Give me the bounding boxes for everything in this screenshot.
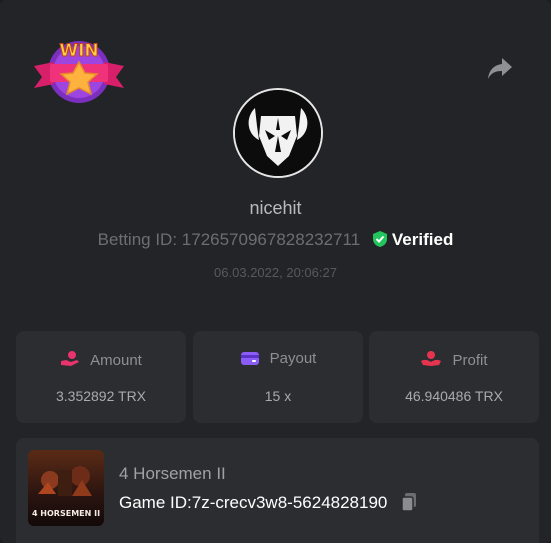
stat-value-payout: 15 x xyxy=(264,388,292,404)
stat-card-payout: Payout 15 x xyxy=(193,331,363,423)
stat-card-amount: Amount 3.352892 TRX xyxy=(16,331,186,423)
verified-shield-icon xyxy=(372,231,387,247)
share-arrow-icon xyxy=(488,58,512,79)
stat-value-profit: 46.940486 TRX xyxy=(405,388,503,404)
bet-details-panel: WIN nicehit Betting ID: 1726570967828232… xyxy=(0,0,551,543)
stat-label-payout: Payout xyxy=(269,350,317,367)
game-id-line: Game ID:7z-crecv3w8-5624828190 xyxy=(119,492,418,517)
game-thumb-title: 4 HORSEMEN II xyxy=(32,509,100,518)
game-id-value: 7z-crecv3w8-5624828190 xyxy=(191,493,388,512)
game-id-label: Game ID: xyxy=(119,493,192,512)
stat-label-amount: Amount xyxy=(90,352,142,369)
stats-row: Amount 3.352892 TRX Payout 15 x Profit 4… xyxy=(16,331,539,423)
wallet-card-icon xyxy=(240,352,259,365)
bet-datetime: 06.03.2022, 20:06:27 xyxy=(214,265,337,280)
avatar xyxy=(233,88,323,178)
verified-label: Verified xyxy=(391,230,454,249)
stat-label-profit: Profit xyxy=(452,352,488,369)
stat-card-profit: Profit 46.940486 TRX xyxy=(369,331,539,423)
bull-skull-avatar xyxy=(235,90,321,176)
betting-id-label: Betting ID: xyxy=(97,230,178,249)
betting-id-value: 172657096782823271​1 xyxy=(181,230,361,249)
game-name[interactable]: 4 Horsemen II xyxy=(119,464,226,484)
hand-profit-icon xyxy=(421,351,442,366)
username: nicehit xyxy=(249,198,302,218)
game-thumbnail[interactable]: 4 HORSEMEN II xyxy=(28,450,104,526)
betting-id-line: Betting ID: 172657096782823271​1 Verifie… xyxy=(0,230,551,250)
copy-icon[interactable] xyxy=(400,492,418,517)
game-card: 4 HORSEMEN II 4 Horsemen II Game ID:7z-c… xyxy=(16,438,539,543)
share-button[interactable] xyxy=(484,54,516,84)
win-badge: WIN xyxy=(32,32,126,108)
win-badge-text: WIN xyxy=(59,41,98,61)
stat-value-amount: 3.352892 TRX xyxy=(55,388,147,404)
hand-coin-icon xyxy=(61,351,80,366)
